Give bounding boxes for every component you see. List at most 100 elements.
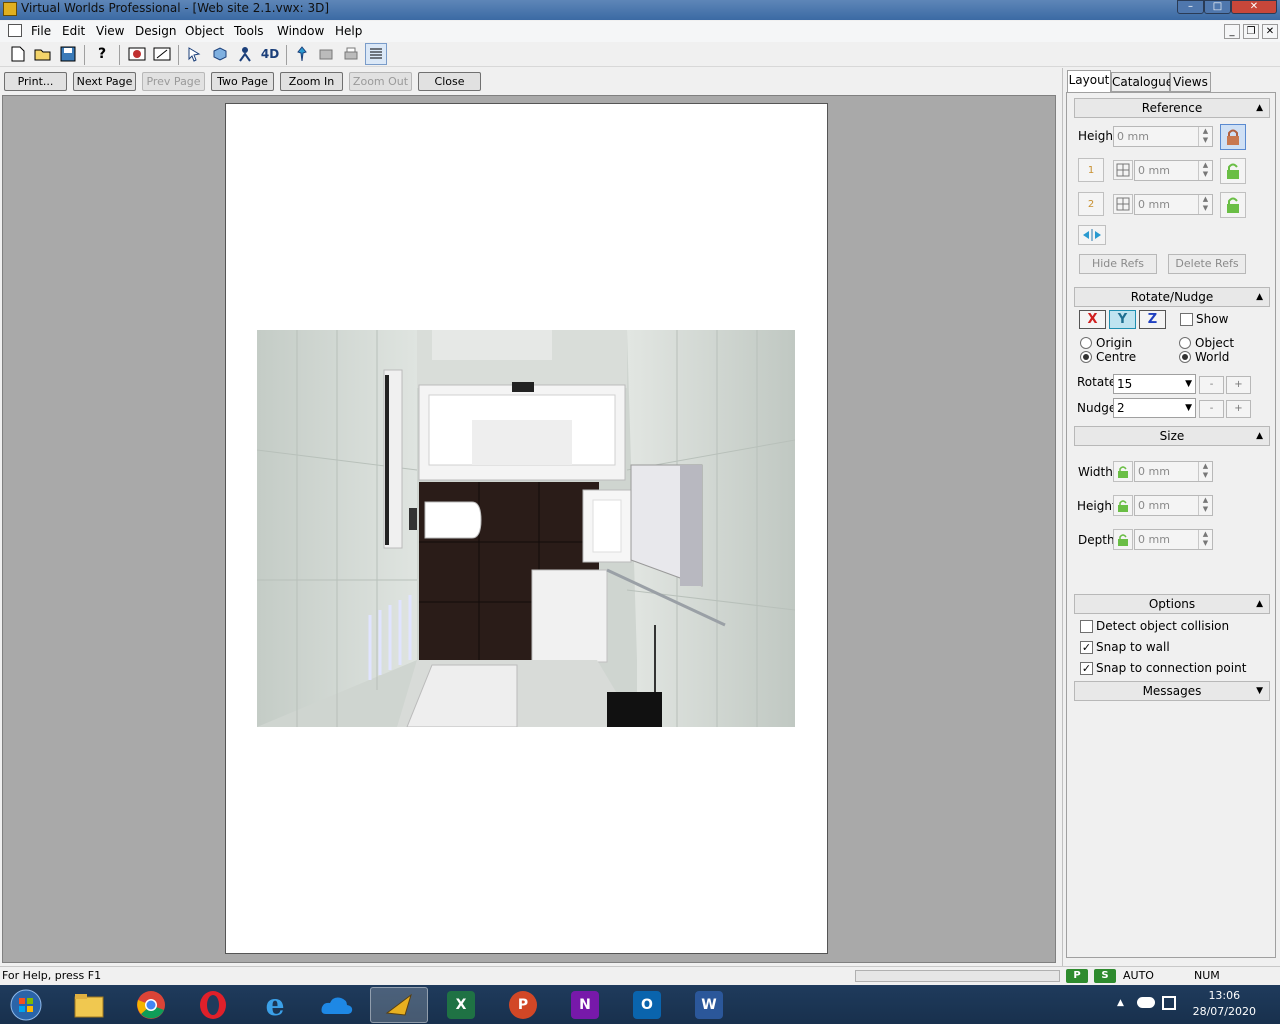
file-explorer-icon[interactable]	[60, 987, 118, 1023]
outlook-icon[interactable]: O	[618, 987, 676, 1023]
lock-open-icon[interactable]	[1220, 192, 1246, 218]
select-arrow-icon[interactable]	[184, 43, 206, 65]
two-page-button[interactable]: Two Page	[211, 72, 274, 91]
menu-object[interactable]: Object	[185, 24, 224, 38]
spinner-arrows-icon[interactable]: ▲ ▼	[1198, 496, 1212, 515]
hide-refs-button[interactable]: Hide Refs	[1079, 254, 1157, 274]
mirror-reference-icon[interactable]	[1078, 225, 1106, 245]
axis-y-button[interactable]: Y	[1109, 310, 1136, 329]
help-icon[interactable]: ?	[91, 43, 113, 65]
nudge-plus-button[interactable]: +	[1226, 400, 1251, 418]
camera-icon[interactable]	[126, 43, 148, 65]
crosshair-grid-icon[interactable]	[1113, 194, 1133, 214]
mdi-restore-button[interactable]: ❐	[1243, 24, 1259, 39]
mdi-close-button[interactable]: ✕	[1262, 24, 1278, 39]
axis-x-button[interactable]: X	[1079, 310, 1106, 329]
rotate-plus-button[interactable]: +	[1226, 376, 1251, 394]
ref-height-field[interactable]: 0 mm ▲ ▼	[1113, 126, 1213, 147]
object-radio[interactable]	[1179, 337, 1191, 349]
tab-layout[interactable]: Layout	[1067, 70, 1111, 92]
tab-views[interactable]: Views	[1170, 72, 1211, 92]
world-radio[interactable]	[1179, 351, 1191, 363]
internet-explorer-icon[interactable]: e	[246, 987, 304, 1023]
menu-window[interactable]: Window	[277, 24, 324, 38]
spinner-arrows-icon[interactable]: ▲ ▼	[1198, 161, 1212, 180]
p-badge[interactable]: P	[1066, 969, 1088, 983]
minimize-button[interactable]: –	[1177, 0, 1204, 14]
tab-catalogue[interactable]: Catalogue	[1111, 72, 1173, 92]
spinner-arrows-icon[interactable]: ▲ ▼	[1198, 462, 1212, 481]
reference-point-2-icon[interactable]: 2	[1078, 192, 1104, 216]
4d-icon[interactable]: 4D	[259, 43, 281, 65]
crosshair-grid-icon[interactable]	[1113, 160, 1133, 180]
messages-section-header[interactable]: Messages ▼	[1074, 681, 1270, 701]
object-icon[interactable]	[209, 43, 231, 65]
reference-section-header[interactable]: Reference ▲	[1074, 98, 1270, 118]
close-preview-button[interactable]: Close	[418, 72, 481, 91]
menu-help[interactable]: Help	[335, 24, 362, 38]
detect-collision-checkbox[interactable]	[1080, 620, 1093, 633]
close-button[interactable]: ✕	[1231, 0, 1277, 14]
person-icon[interactable]	[234, 43, 256, 65]
ref1-field[interactable]: 0 mm ▲ ▼	[1134, 160, 1213, 181]
prev-page-button[interactable]: Prev Page	[142, 72, 205, 91]
options-section-header[interactable]: Options ▲	[1074, 594, 1270, 614]
print-icon[interactable]	[340, 43, 362, 65]
chrome-icon[interactable]	[122, 987, 180, 1023]
spinner-arrows-icon[interactable]: ▲ ▼	[1198, 530, 1212, 549]
nudge-select[interactable]: 2 ▼	[1113, 398, 1196, 418]
save-icon[interactable]	[57, 43, 79, 65]
rotate-nudge-section-header[interactable]: Rotate/Nudge ▲	[1074, 287, 1270, 307]
origin-radio[interactable]	[1080, 337, 1092, 349]
size-section-header[interactable]: Size ▲	[1074, 426, 1270, 446]
rotate-select[interactable]: 15 ▼	[1113, 374, 1196, 394]
pin-icon[interactable]	[291, 43, 313, 65]
spinner-arrows-icon[interactable]: ▲ ▼	[1198, 195, 1212, 214]
lock-open-icon[interactable]	[1113, 529, 1133, 550]
windows-start-icon[interactable]	[0, 987, 52, 1023]
onenote-icon[interactable]: N	[556, 987, 614, 1023]
word-icon[interactable]: W	[680, 987, 738, 1023]
lock-closed-icon[interactable]	[1220, 124, 1246, 150]
network-tray-icon[interactable]	[1162, 996, 1176, 1010]
maximize-button[interactable]: □	[1204, 0, 1231, 14]
lock-open-icon[interactable]	[1113, 495, 1133, 516]
ref2-field[interactable]: 0 mm ▲ ▼	[1134, 194, 1213, 215]
nudge-minus-button[interactable]: -	[1199, 400, 1224, 418]
powerpoint-icon[interactable]: P	[494, 987, 552, 1023]
virtual-worlds-icon[interactable]	[370, 987, 428, 1023]
menu-view[interactable]: View	[96, 24, 124, 38]
lock-open-icon[interactable]	[1113, 461, 1133, 482]
depth-field[interactable]: 0 mm ▲ ▼	[1134, 529, 1213, 550]
width-field[interactable]: 0 mm ▲ ▼	[1134, 461, 1213, 482]
onedrive-icon[interactable]	[308, 987, 366, 1023]
render-icon[interactable]	[151, 43, 173, 65]
list-icon[interactable]	[365, 43, 387, 65]
delete-refs-button[interactable]: Delete Refs	[1168, 254, 1246, 274]
lock-open-icon[interactable]	[1220, 158, 1246, 184]
next-page-button[interactable]: Next Page	[73, 72, 136, 91]
spinner-arrows-icon[interactable]: ▲ ▼	[1198, 127, 1212, 146]
menu-file[interactable]: File	[31, 24, 51, 38]
tray-expand-icon[interactable]: ▲	[1117, 998, 1124, 1008]
size-height-field[interactable]: 0 mm ▲ ▼	[1134, 495, 1213, 516]
cloud-tray-icon[interactable]	[1137, 997, 1155, 1008]
menu-design[interactable]: Design	[135, 24, 176, 38]
document-icon[interactable]	[8, 24, 22, 37]
menu-edit[interactable]: Edit	[62, 24, 85, 38]
show-checkbox[interactable]	[1180, 313, 1193, 326]
snap-connection-checkbox[interactable]: ✓	[1080, 662, 1093, 675]
new-document-icon[interactable]	[7, 43, 29, 65]
reference-point-1-icon[interactable]: 1	[1078, 158, 1104, 182]
zoom-in-button[interactable]: Zoom In	[280, 72, 343, 91]
snap-wall-checkbox[interactable]: ✓	[1080, 641, 1093, 654]
open-folder-icon[interactable]	[32, 43, 54, 65]
menu-tools[interactable]: Tools	[234, 24, 264, 38]
opera-icon[interactable]	[184, 987, 242, 1023]
mdi-minimize-button[interactable]: _	[1224, 24, 1240, 39]
print-button[interactable]: Print...	[4, 72, 67, 91]
centre-radio[interactable]	[1080, 351, 1092, 363]
excel-icon[interactable]: X	[432, 987, 490, 1023]
system-clock[interactable]: 13:06 28/07/2020	[1193, 988, 1256, 1020]
s-badge[interactable]: S	[1094, 969, 1116, 983]
